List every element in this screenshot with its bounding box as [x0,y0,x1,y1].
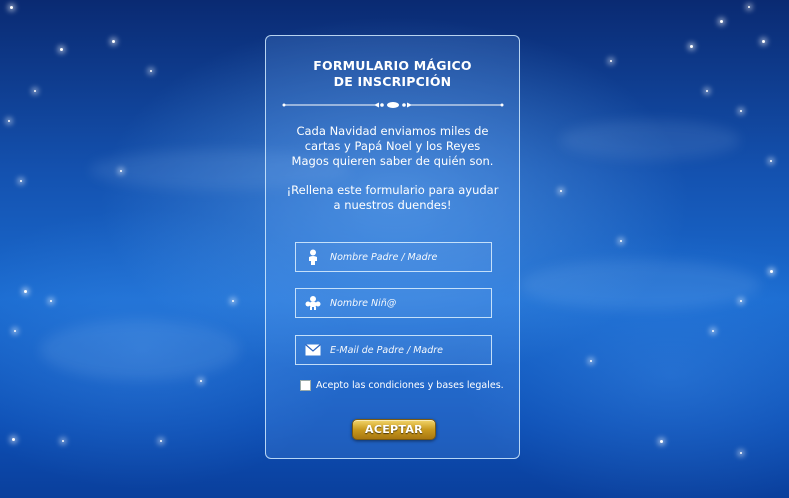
child-name-input[interactable] [330,297,485,309]
terms-row: Acepto las condiciones y bases legales. [300,380,504,391]
parent-icon [296,243,330,271]
form-title: FORMULARIO MÁGICO DE INSCRIPCIÓN [266,58,519,90]
parent-name-input[interactable] [330,251,485,263]
envelope-icon [296,336,330,364]
email-field[interactable] [295,335,492,365]
ornament-divider [282,102,504,108]
email-input[interactable] [330,344,485,356]
intro-paragraph-1: Cada Navidad enviamos miles de cartas y … [291,124,494,168]
intro-paragraph-2: ¡Rellena este formulario para ayudar a n… [286,183,499,212]
registration-form-panel: FORMULARIO MÁGICO DE INSCRIPCIÓN Cada Na… [265,35,520,459]
terms-checkbox[interactable] [300,380,311,391]
submit-button[interactable]: ACEPTAR [352,419,436,440]
parent-name-field[interactable] [295,242,492,272]
child-name-field[interactable] [295,288,492,318]
form-title-line2: DE INSCRIPCIÓN [333,74,452,89]
form-title-line1: FORMULARIO MÁGICO [313,58,472,73]
child-icon [296,289,330,317]
terms-label: Acepto las condiciones y bases legales. [316,380,504,391]
intro-text: Cada Navidad enviamos miles de cartas y … [286,124,499,213]
